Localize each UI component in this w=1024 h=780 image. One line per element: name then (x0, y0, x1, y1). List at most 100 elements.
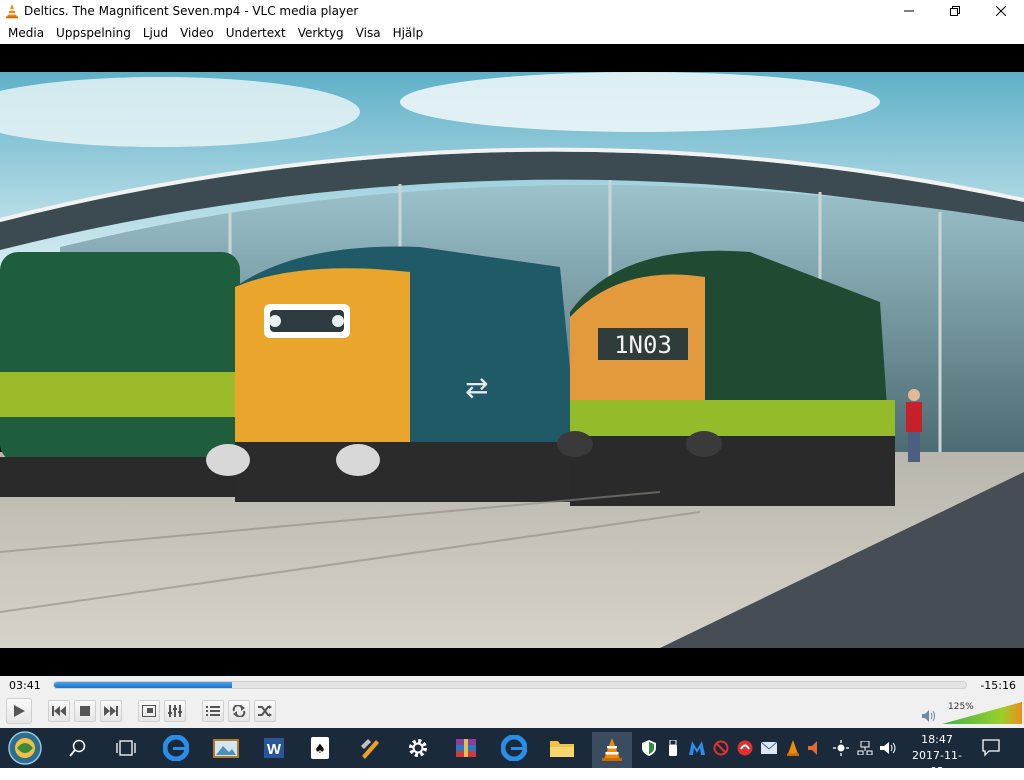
volume-fill (942, 702, 1022, 724)
extended-settings-button[interactable] (164, 700, 186, 722)
minimize-icon (904, 10, 914, 12)
svg-text:⇄: ⇄ (465, 371, 488, 404)
play-icon (14, 705, 25, 717)
tray-volume[interactable] (880, 738, 898, 758)
fullscreen-button[interactable] (138, 700, 160, 722)
menu-audio[interactable]: Ljud (137, 23, 174, 43)
defender-icon (642, 740, 656, 756)
menu-playback[interactable]: Uppspelning (50, 23, 137, 43)
taskbar-winrar[interactable] (450, 732, 482, 764)
close-icon (996, 6, 1006, 16)
close-button[interactable] (978, 0, 1024, 22)
window-title: Deltics. The Magnificent Seven.mp4 - VLC… (24, 4, 359, 18)
taskbar-vlc[interactable] (592, 732, 632, 768)
skip-forward-icon (104, 706, 118, 716)
tray-antivirus[interactable] (736, 738, 754, 758)
menu-subtitle[interactable]: Undertext (220, 23, 292, 43)
task-view-button[interactable] (110, 732, 142, 764)
taskbar-edge-2[interactable] (498, 732, 530, 764)
maximize-button[interactable] (932, 0, 978, 22)
taskbar-clock[interactable]: 18:47 2017-11-02 (906, 732, 968, 780)
taskbar-tools[interactable] (354, 732, 386, 764)
video-area[interactable]: ⇄ 1N03 (0, 44, 1024, 676)
speaker-mute-icon (808, 741, 817, 755)
fullscreen-icon (142, 705, 156, 717)
tray-malwarebytes[interactable] (688, 738, 706, 758)
tray-speaker-mute[interactable] (806, 738, 824, 758)
notification-icon (982, 739, 1000, 757)
playlist-button[interactable] (202, 700, 224, 722)
tray-usb[interactable] (664, 738, 682, 758)
stop-button[interactable] (74, 700, 96, 722)
vlc-tray-icon (787, 740, 799, 756)
volume-slider[interactable] (942, 702, 1022, 724)
start-icon (8, 731, 42, 765)
taskbar-edge[interactable] (160, 732, 192, 764)
search-icon (69, 739, 86, 757)
next-button[interactable] (100, 700, 122, 722)
taskbar-settings[interactable] (402, 732, 434, 764)
loop-button[interactable] (228, 700, 250, 722)
seek-slider[interactable] (53, 681, 967, 689)
taskbar-solitaire[interactable]: ♠ (304, 732, 336, 764)
menu-video[interactable]: Video (174, 23, 220, 43)
video-scene: ⇄ 1N03 (0, 72, 1024, 648)
headcode-text: 1N03 (614, 331, 672, 359)
previous-button[interactable] (48, 700, 70, 722)
search-button[interactable] (62, 732, 94, 764)
antivirus-icon (737, 740, 753, 756)
taskbar-file-explorer[interactable] (546, 732, 578, 764)
minimize-button[interactable] (886, 0, 932, 22)
play-button[interactable] (6, 698, 32, 724)
title-bar: Deltics. The Magnificent Seven.mp4 - VLC… (0, 0, 1024, 22)
menu-tools[interactable]: Verktyg (292, 23, 350, 43)
equalizer-icon (168, 705, 182, 717)
playlist-icon (206, 706, 220, 716)
taskbar: W ♠ 18:47 2017-11-02 (0, 728, 1024, 778)
svg-text:♠: ♠ (314, 742, 326, 757)
taskbar-word[interactable]: W (258, 732, 290, 764)
edge-icon (501, 735, 527, 761)
taskbar-photos[interactable] (210, 732, 242, 764)
malwarebytes-icon (689, 741, 705, 755)
action-center-button[interactable] (980, 736, 1004, 760)
blocked-icon (713, 740, 729, 756)
seek-row: 03:41 -15:16 (0, 676, 1024, 696)
mail-icon (761, 742, 777, 754)
menu-bar: Media Uppspelning Ljud Video Undertext V… (0, 22, 1024, 44)
volume-icon (880, 742, 896, 754)
tools-icon (361, 739, 379, 759)
file-explorer-icon (550, 741, 574, 757)
menu-media[interactable]: Media (2, 23, 50, 43)
task-view-icon (116, 740, 136, 756)
usb-icon (669, 740, 677, 756)
tray-blocked[interactable] (712, 738, 730, 758)
remaining-time[interactable]: -15:16 (980, 679, 1016, 692)
tray-mail[interactable] (760, 738, 778, 758)
network-icon (857, 741, 873, 755)
speaker-icon[interactable] (922, 710, 936, 722)
elapsed-time: 03:41 (9, 679, 41, 692)
skip-back-icon (52, 706, 66, 716)
start-button[interactable] (6, 730, 44, 766)
seek-progress (54, 682, 232, 688)
winrar-icon (456, 739, 476, 757)
menu-view[interactable]: Visa (350, 23, 387, 43)
tray-vlc[interactable] (784, 738, 802, 758)
menu-help[interactable]: Hjälp (387, 23, 430, 43)
settings-icon (409, 739, 427, 757)
loop-icon (232, 705, 246, 717)
edge-icon (163, 735, 189, 761)
video-frame: ⇄ 1N03 (0, 72, 1024, 648)
photos-icon (213, 739, 239, 758)
restore-icon (950, 6, 960, 16)
solitaire-icon: ♠ (311, 737, 329, 759)
tray-network[interactable] (856, 738, 874, 758)
shuffle-button[interactable] (254, 700, 276, 722)
stop-icon (80, 706, 90, 716)
clock-time: 18:47 (921, 733, 953, 746)
tray-defender[interactable] (640, 738, 658, 758)
clock-date: 2017-11-02 (912, 749, 962, 778)
vlc-icon (602, 738, 622, 761)
tray-brightness[interactable] (832, 738, 850, 758)
